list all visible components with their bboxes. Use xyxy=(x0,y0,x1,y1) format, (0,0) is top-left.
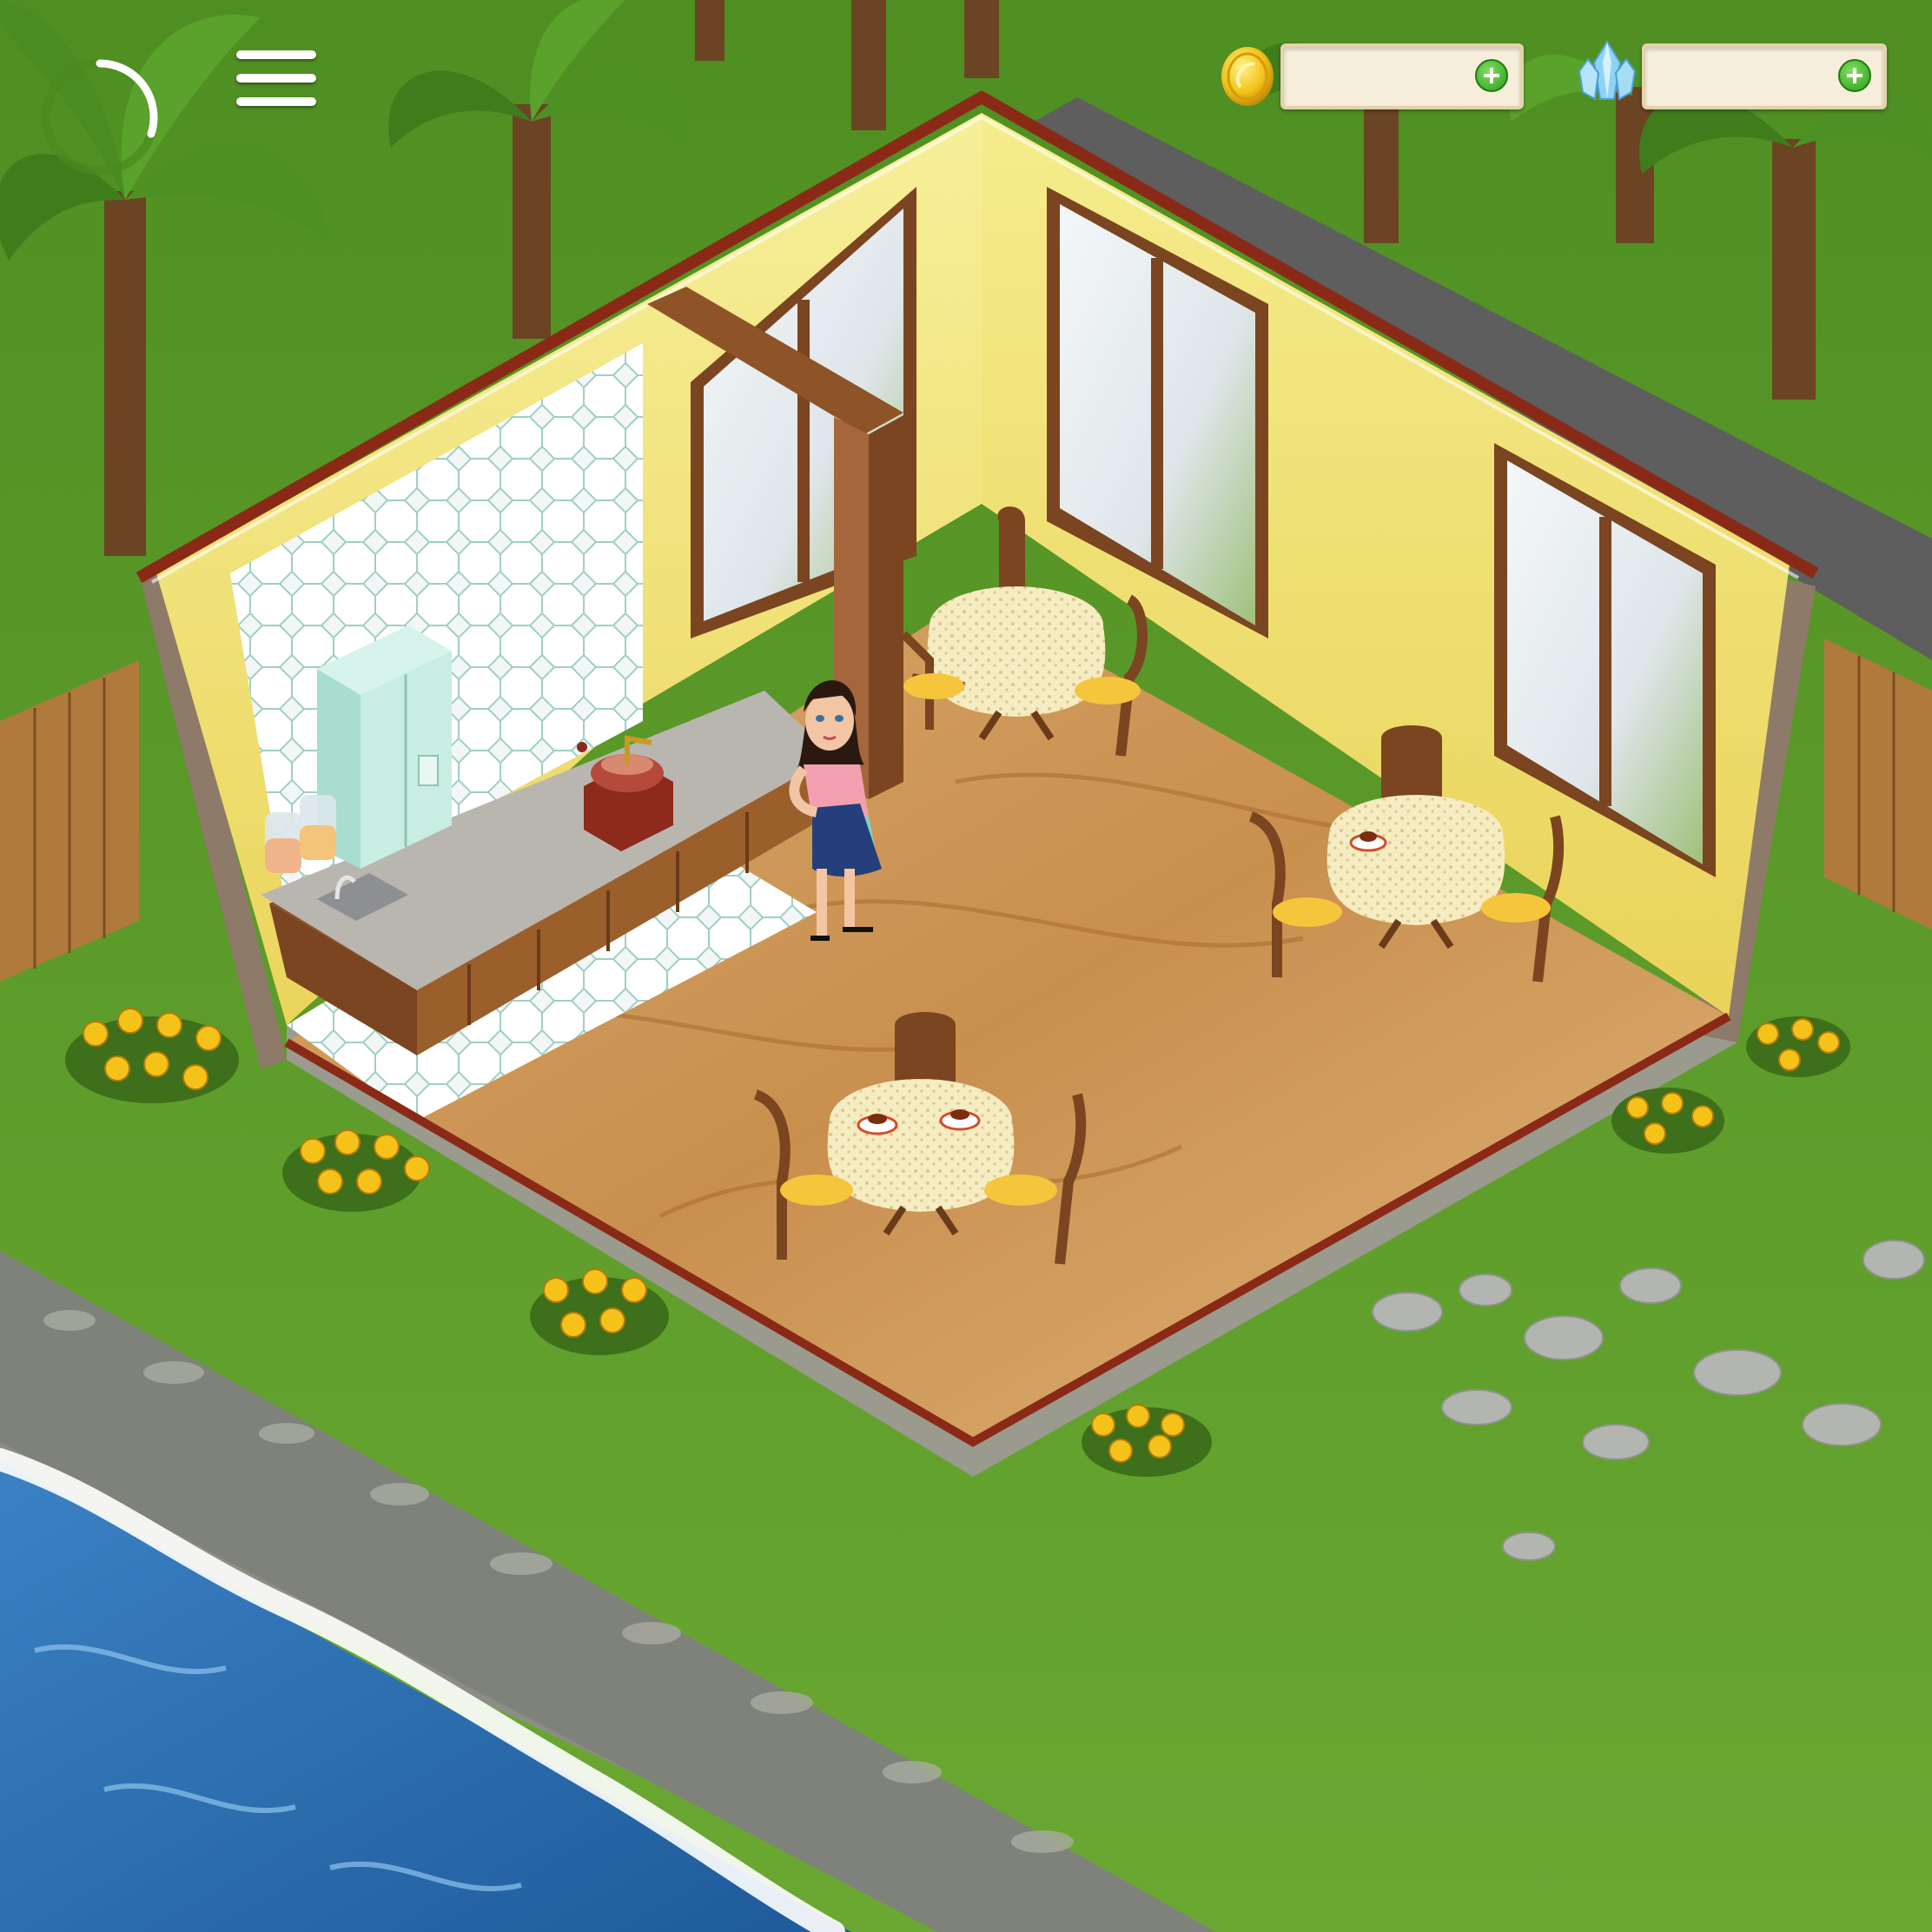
add-gems-button[interactable] xyxy=(1838,59,1871,92)
gold-coin-icon xyxy=(1221,47,1274,106)
game-scene[interactable] xyxy=(0,0,1932,1932)
refrigerator[interactable] xyxy=(317,625,452,869)
game-viewport[interactable] xyxy=(0,0,1932,1932)
coins-counter xyxy=(1280,43,1524,109)
level-progress-arc xyxy=(96,59,158,138)
add-coins-button[interactable] xyxy=(1475,59,1508,92)
blue-crystal-icon xyxy=(1578,40,1637,101)
hamburger-menu-icon[interactable] xyxy=(236,50,316,106)
gems-counter xyxy=(1642,43,1887,109)
level-progress-ring-icon[interactable] xyxy=(26,43,174,191)
